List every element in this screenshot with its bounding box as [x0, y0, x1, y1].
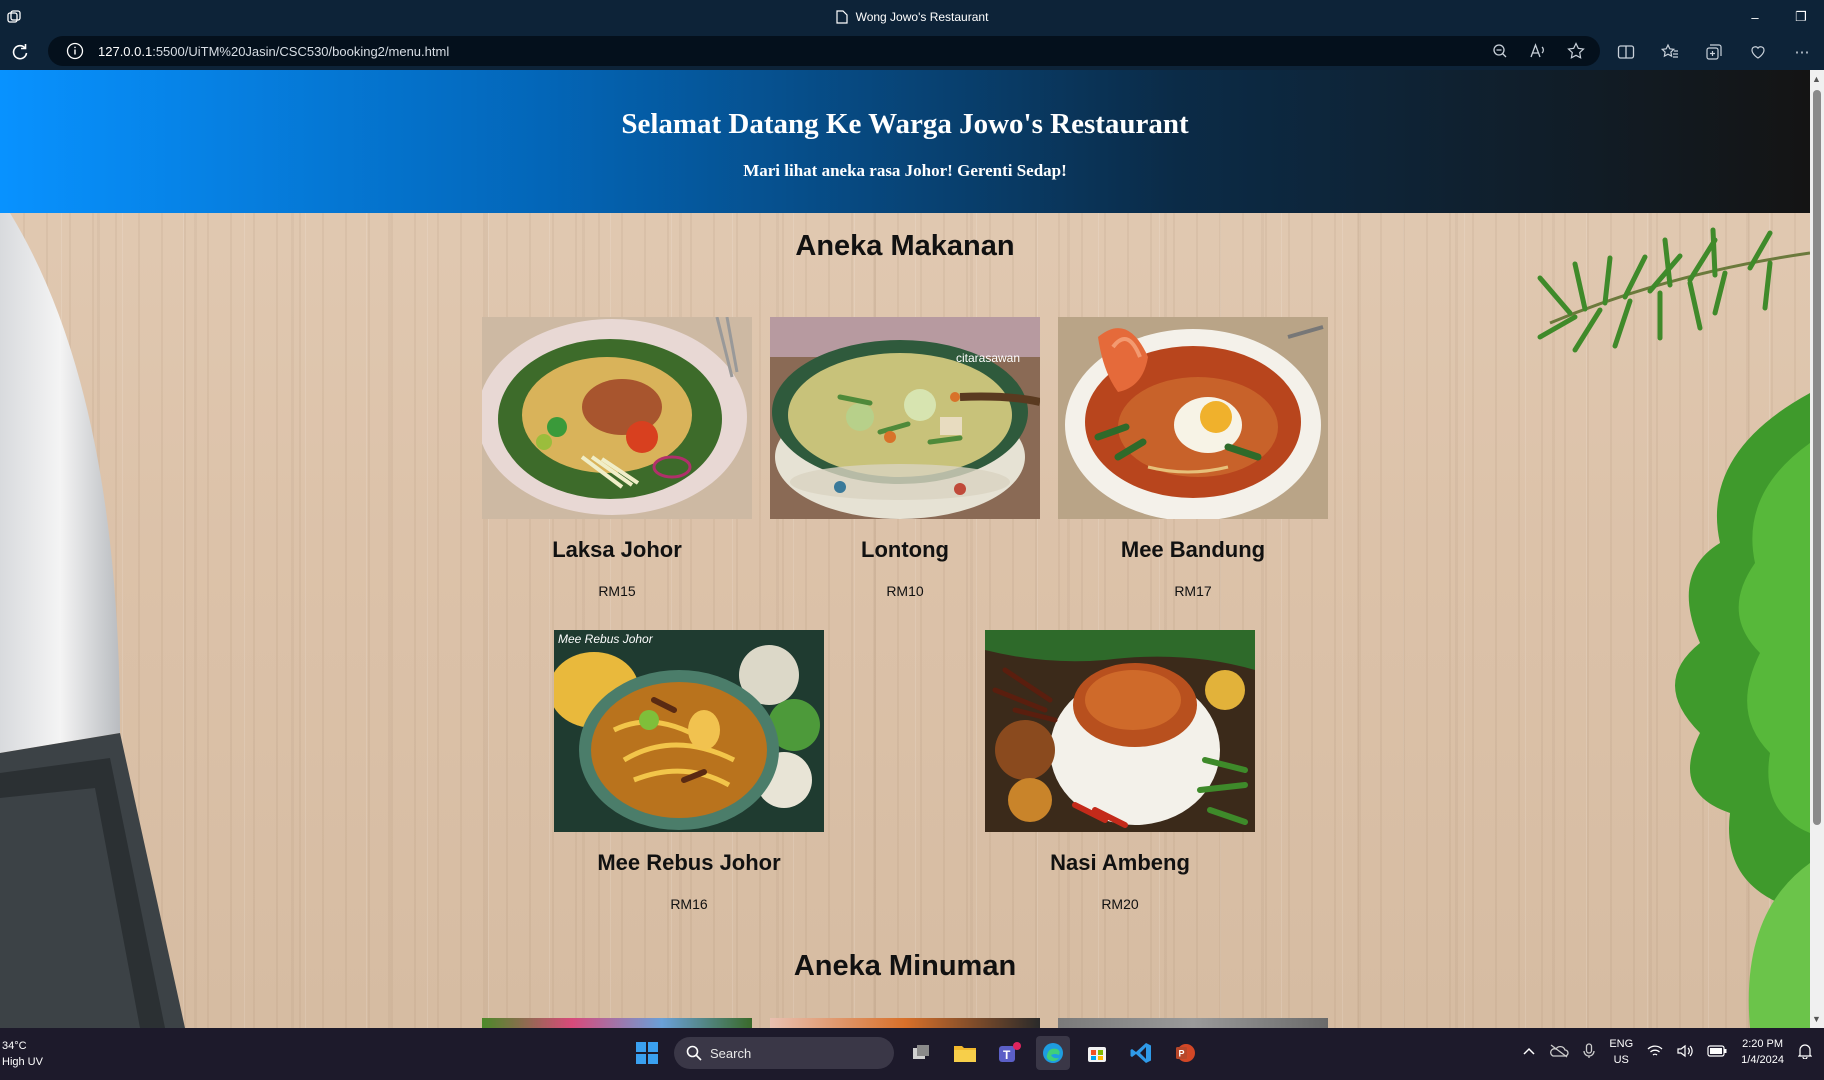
page-title: Selamat Datang Ke Warga Jowo's Restauran… [621, 108, 1189, 140]
food-name: Mee Rebus Johor [597, 850, 781, 875]
menu-card-lontong[interactable]: citarasawan Lontong RM10 [770, 317, 1040, 599]
tab-title: Wong Jowo's Restaurant [855, 10, 989, 24]
svg-text:T: T [1003, 1048, 1011, 1062]
split-screen-icon[interactable] [1616, 42, 1636, 62]
food-photo[interactable] [985, 630, 1255, 832]
food-price: RM16 [670, 896, 708, 912]
food-photo[interactable]: citarasawan [770, 317, 1040, 519]
search-icon [686, 1045, 702, 1061]
page-subtitle: Mari lihat aneka rasa Johor! Gerenti Sed… [743, 161, 1067, 180]
minimize-button[interactable]: – [1732, 0, 1778, 34]
vscode-icon[interactable] [1124, 1036, 1158, 1070]
food-section-title: Aneka Makanan [795, 230, 1015, 262]
food-name: Lontong [861, 537, 949, 562]
food-name: Laksa Johor [552, 537, 682, 562]
food-name: Nasi Ambeng [1050, 850, 1190, 875]
url-field[interactable]: 127.0.0.1:5500/UiTM%20Jasin/CSC530/booki… [48, 36, 1600, 66]
zoom-out-icon[interactable] [1490, 41, 1510, 61]
onedrive-offline-icon[interactable] [1549, 1043, 1569, 1061]
battery-icon[interactable] [1707, 1044, 1727, 1060]
scrollbar-thumb[interactable] [1813, 90, 1821, 825]
file-explorer-icon[interactable] [948, 1036, 982, 1070]
powerpoint-icon[interactable]: P [1168, 1036, 1202, 1070]
keyboard-layout: US [1613, 1054, 1629, 1066]
microphone-icon[interactable] [1583, 1042, 1595, 1062]
weather-widget[interactable]: 34°C High UV [2, 1038, 43, 1070]
page-scrollbar[interactable]: ▲ ▼ [1810, 70, 1824, 1028]
favorite-star-icon[interactable] [1566, 41, 1586, 61]
weather-desc: High UV [2, 1056, 43, 1068]
url-path: :5500/UiTM%20Jasin/CSC530/booking2/menu.… [152, 43, 450, 59]
food-name: Mee Bandung [1120, 537, 1266, 562]
volume-icon[interactable] [1677, 1044, 1693, 1061]
address-bar-row: 127.0.0.1:5500/UiTM%20Jasin/CSC530/booki… [0, 34, 1824, 70]
browser-essentials-icon[interactable] [1748, 42, 1768, 62]
clock[interactable]: 2:20 PM 1/4/2024 [1741, 1036, 1784, 1068]
drinks-section-title: Aneka Minuman [793, 950, 1017, 982]
restore-button[interactable]: ❐ [1778, 0, 1824, 34]
food-photo[interactable]: Mee Rebus Johor [554, 630, 824, 832]
refresh-icon[interactable] [10, 42, 30, 62]
page-viewport: Selamat Datang Ke Warga Jowo's Restauran… [0, 70, 1810, 1028]
start-button[interactable] [630, 1036, 664, 1070]
menu-card-mee-rebus-johor[interactable]: Mee Rebus Johor Mee Rebus Johor RM16 [554, 630, 824, 912]
taskbar: 34°C High UV Search T P ENG US 2:20 PM 1… [0, 1028, 1824, 1080]
url-host: 127.0.0.1 [98, 43, 153, 59]
title-bar: Wong Jowo's Restaurant – ❐ [0, 0, 1824, 34]
clock-date: 1/4/2024 [1741, 1054, 1784, 1066]
drink-photo-partial[interactable] [482, 1018, 752, 1028]
clock-time: 2:20 PM [1742, 1038, 1784, 1050]
photo-watermark: Mee Rebus Johor [558, 632, 653, 646]
food-photo[interactable] [1058, 317, 1328, 519]
weather-temp: 34°C [2, 1040, 27, 1052]
store-icon[interactable] [1080, 1036, 1114, 1070]
hero-banner: Selamat Datang Ke Warga Jowo's Restauran… [0, 70, 1810, 213]
page-icon [835, 10, 848, 24]
drink-photo-partial[interactable] [1058, 1018, 1328, 1028]
food-price: RM10 [886, 583, 924, 599]
scroll-down-arrow-icon[interactable]: ▼ [1812, 1014, 1821, 1024]
knife-background-image [0, 213, 185, 1028]
chevron-up-icon[interactable] [1523, 1046, 1535, 1058]
menu-card-mee-bandung[interactable]: Mee Bandung RM17 [1058, 317, 1328, 599]
herbs-background-image [1537, 227, 1810, 1028]
favorites-icon[interactable] [1660, 42, 1680, 62]
window-title: Wong Jowo's Restaurant [0, 0, 1824, 34]
language-indicator[interactable]: ENG US [1609, 1036, 1633, 1068]
collections-icon[interactable] [1704, 42, 1724, 62]
drink-photo-partial[interactable] [770, 1018, 1040, 1028]
url-text[interactable]: 127.0.0.1:5500/UiTM%20Jasin/CSC530/booki… [98, 44, 449, 59]
food-photo[interactable] [482, 317, 752, 519]
edge-icon[interactable] [1036, 1036, 1070, 1070]
scroll-up-arrow-icon[interactable]: ▲ [1812, 74, 1821, 84]
more-options-icon[interactable]: ⋯ [1792, 42, 1812, 62]
read-aloud-icon[interactable] [1528, 41, 1548, 61]
food-price: RM17 [1174, 583, 1212, 599]
photo-watermark: citarasawan [955, 351, 1020, 365]
search-label: Search [710, 1045, 752, 1061]
wifi-icon[interactable] [1647, 1044, 1663, 1061]
windows-logo-icon [636, 1042, 658, 1064]
teams-icon[interactable]: T [992, 1036, 1026, 1070]
site-info-icon[interactable] [66, 42, 84, 60]
notification-bell-icon[interactable] [1797, 1043, 1813, 1062]
language-code: ENG [1609, 1038, 1634, 1050]
menu-card-nasi-ambeng[interactable]: Nasi Ambeng RM20 [985, 630, 1255, 912]
svg-text:P: P [1179, 1049, 1185, 1059]
menu-card-laksa-johor[interactable]: Laksa Johor RM15 [482, 317, 752, 599]
food-price: RM15 [598, 583, 636, 599]
food-price: RM20 [1101, 896, 1139, 912]
taskbar-search[interactable]: Search [674, 1037, 894, 1069]
task-view-icon[interactable] [904, 1036, 938, 1070]
